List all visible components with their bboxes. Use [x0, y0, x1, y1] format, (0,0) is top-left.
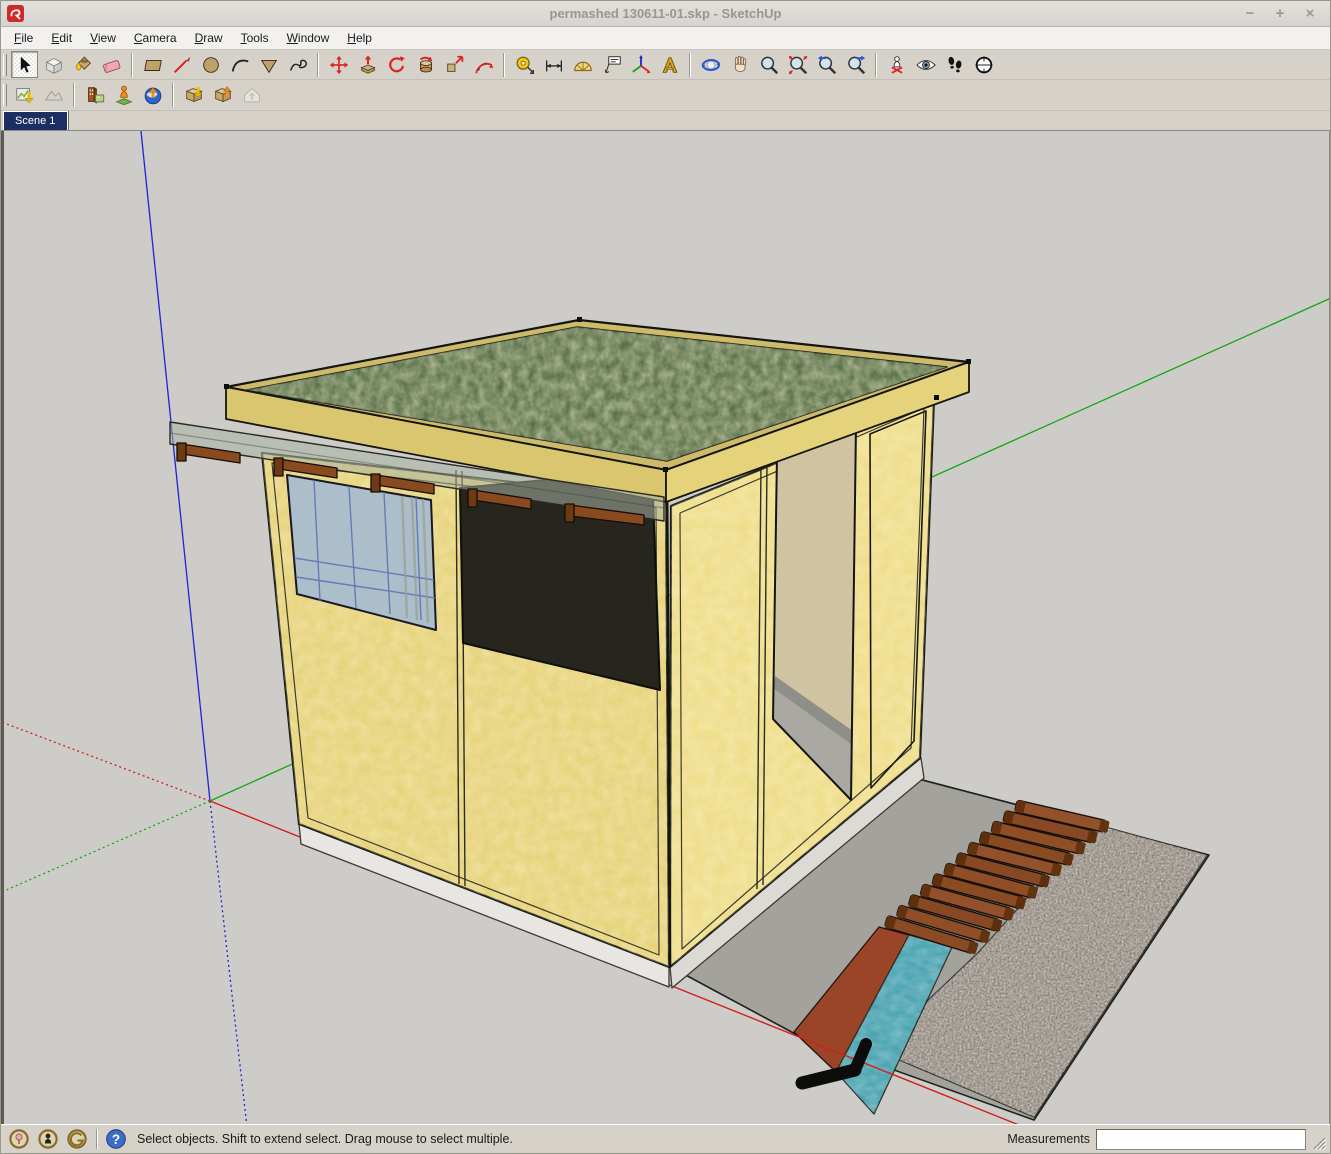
dimension-tool-button[interactable]: [540, 51, 567, 78]
scene-tab-strip: Scene 1: [1, 111, 1330, 131]
menu-item-window[interactable]: Window: [278, 28, 339, 48]
3d-text-tool-button[interactable]: [656, 51, 683, 78]
toolbar-grip[interactable]: [3, 54, 7, 76]
section-plane-tool-button[interactable]: [970, 51, 997, 78]
menu-item-edit[interactable]: Edit: [42, 28, 81, 48]
help-icon[interactable]: ?: [104, 1127, 128, 1151]
close-button[interactable]: ×: [1302, 6, 1318, 22]
axes-tool-button[interactable]: [627, 51, 654, 78]
status-separator: [96, 1129, 98, 1149]
scale-tool-button[interactable]: [441, 51, 468, 78]
minimize-button[interactable]: −: [1242, 6, 1258, 22]
toolbar-main: [1, 50, 1330, 80]
protractor-tool-button[interactable]: [569, 51, 596, 78]
zoom-previous-tool-button[interactable]: [813, 51, 840, 78]
menu-item-view[interactable]: View: [81, 28, 125, 48]
sketchup-window: permashed 130611-01.skp - SketchUp −+ × F…: [0, 0, 1331, 1154]
toolbar-separator: [172, 83, 174, 107]
toolbar-web: [1, 80, 1330, 111]
toolbar-separator: [73, 83, 75, 107]
toolbar-separator: [875, 53, 877, 77]
line-tool-button[interactable]: [168, 51, 195, 78]
rotate-tool-button[interactable]: [383, 51, 410, 78]
rectangle-tool-button[interactable]: [139, 51, 166, 78]
sketchup-logo-icon: [7, 5, 24, 22]
menu-item-help[interactable]: Help: [338, 28, 381, 48]
toolbar-separator: [503, 53, 505, 77]
orbit-tool-button[interactable]: [697, 51, 724, 78]
add-location-tool-button[interactable]: [11, 82, 38, 109]
tape-measure-tool-button[interactable]: [511, 51, 538, 78]
text-tool-button[interactable]: [598, 51, 625, 78]
zoom-next-tool-button[interactable]: [842, 51, 869, 78]
move-tool-button[interactable]: [325, 51, 352, 78]
toggle-terrain-tool-button[interactable]: [40, 82, 67, 109]
scene-tab-scene-1[interactable]: Scene 1: [3, 111, 68, 130]
add-building-tool-button[interactable]: [110, 82, 137, 109]
menu-item-tools[interactable]: Tools: [232, 28, 278, 48]
model-credit-status-icon[interactable]: [36, 1127, 60, 1151]
circle-tool-button[interactable]: [197, 51, 224, 78]
share-model-tool-button[interactable]: [209, 82, 236, 109]
maximize-button[interactable]: +: [1272, 6, 1288, 22]
eraser-tool-button[interactable]: [98, 51, 125, 78]
resize-grip[interactable]: [1310, 1134, 1326, 1150]
status-bar: ? Select objects. Shift to extend select…: [1, 1124, 1330, 1153]
toolbar-separator: [689, 53, 691, 77]
push-pull-tool-button[interactable]: [354, 51, 381, 78]
sign-in-status-icon[interactable]: [65, 1127, 89, 1151]
svg-text:?: ?: [112, 1132, 120, 1147]
menu-item-draw[interactable]: Draw: [186, 28, 232, 48]
photo-textures-tool-button[interactable]: [81, 82, 108, 109]
measurements-label: Measurements: [1007, 1132, 1090, 1146]
toolbar-separator: [317, 53, 319, 77]
status-hint: Select objects. Shift to extend select. …: [137, 1132, 513, 1146]
window-title: permashed 130611-01.skp - SketchUp: [1, 6, 1330, 21]
pan-tool-button[interactable]: [726, 51, 753, 78]
look-around-tool-button[interactable]: [912, 51, 939, 78]
offset-tool-button[interactable]: [470, 51, 497, 78]
menu-item-file[interactable]: File: [5, 28, 42, 48]
geolocation-status-icon[interactable]: [7, 1127, 31, 1151]
toolbar-grip[interactable]: [3, 84, 7, 106]
zoom-extents-tool-button[interactable]: [784, 51, 811, 78]
toolbar-separator: [131, 53, 133, 77]
zoom-tool-button[interactable]: [755, 51, 782, 78]
measurements-input[interactable]: [1096, 1129, 1306, 1150]
paint-bucket-tool-button[interactable]: [69, 51, 96, 78]
menu-bar: FileEditViewCameraDrawToolsWindowHelp: [1, 27, 1330, 50]
freehand-tool-button[interactable]: [284, 51, 311, 78]
share-component-tool-button[interactable]: [238, 82, 265, 109]
arc-tool-button[interactable]: [226, 51, 253, 78]
title-bar[interactable]: permashed 130611-01.skp - SketchUp −+ ×: [1, 1, 1330, 27]
walk-tool-button[interactable]: [941, 51, 968, 78]
follow-me-tool-button[interactable]: [412, 51, 439, 78]
select-tool-button[interactable]: [11, 51, 38, 78]
polygon-tool-button[interactable]: [255, 51, 282, 78]
model-canvas[interactable]: [4, 131, 1330, 1124]
model-viewport[interactable]: [1, 131, 1330, 1124]
get-models-tool-button[interactable]: [180, 82, 207, 109]
position-camera-tool-button[interactable]: [883, 51, 910, 78]
window-controls: −+ ×: [1242, 6, 1330, 22]
preview-in-google-earth-tool-button[interactable]: [139, 82, 166, 109]
make-component-tool-button[interactable]: [40, 51, 67, 78]
menu-item-camera[interactable]: Camera: [125, 28, 186, 48]
